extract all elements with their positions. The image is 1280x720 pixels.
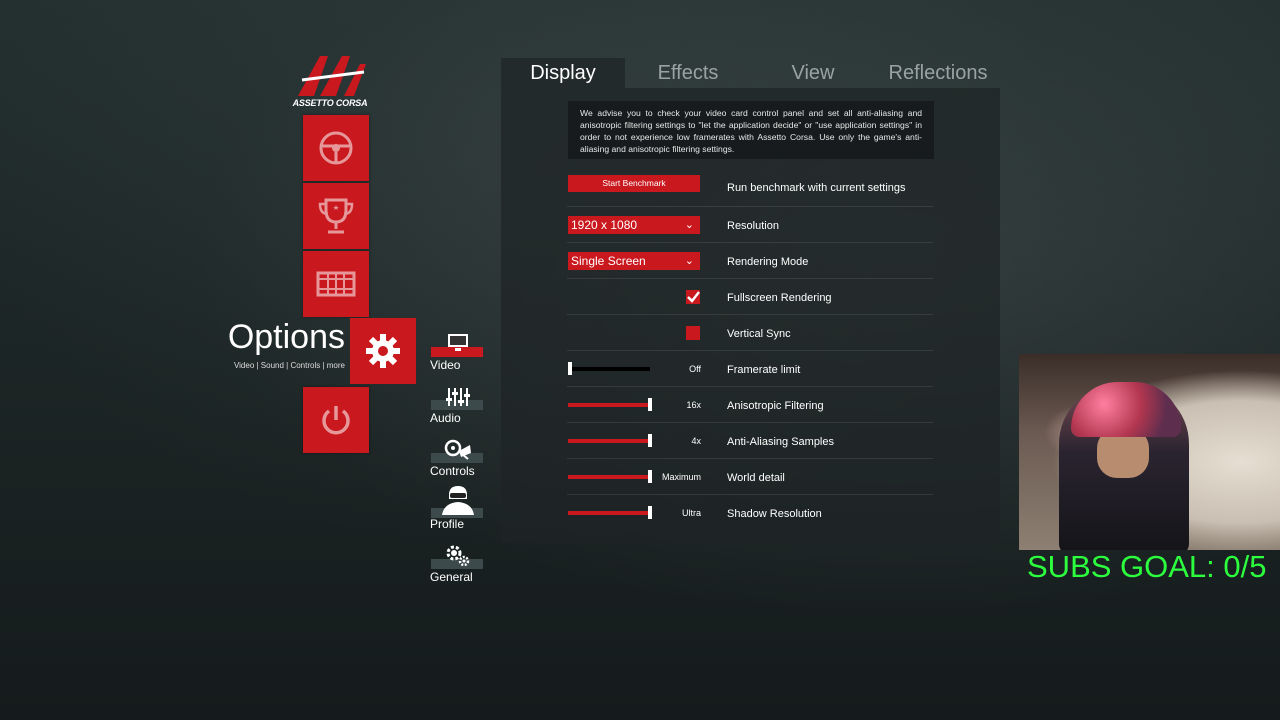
replay-menu-tile[interactable] xyxy=(303,251,369,317)
resolution-dropdown[interactable]: 1920 x 1080 ⌄ xyxy=(568,216,700,234)
world-detail-value: Maximum xyxy=(661,472,701,482)
helmet-icon xyxy=(436,485,480,515)
controls-icon xyxy=(436,439,480,463)
framerate-limit-value: Off xyxy=(689,364,701,374)
shadow-resolution-slider[interactable] xyxy=(568,506,652,519)
submenu-video-label: Video xyxy=(430,358,461,372)
options-gear-icon xyxy=(366,334,400,368)
benchmark-label: Run benchmark with current settings xyxy=(727,182,906,194)
resolution-row: 1920 x 1080 ⌄ Resolution xyxy=(567,207,933,243)
resolution-label: Resolution xyxy=(727,220,779,232)
world-detail-slider[interactable] xyxy=(568,470,652,483)
slider-handle[interactable] xyxy=(648,398,652,411)
anisotropic-row: 16x Anisotropic Filtering xyxy=(567,387,933,423)
fullscreen-checkbox[interactable] xyxy=(686,290,700,304)
options-title: Options xyxy=(227,318,345,356)
assetto-corsa-logo: ASSETTO CORSA xyxy=(290,50,370,112)
slider-fill xyxy=(568,511,650,515)
shadow-resolution-label: Shadow Resolution xyxy=(727,508,822,520)
start-benchmark-button[interactable]: Start Benchmark xyxy=(568,175,700,192)
slider-track xyxy=(568,367,650,371)
submenu-video[interactable]: Video xyxy=(428,333,486,383)
fullscreen-row: Fullscreen Rendering xyxy=(567,279,933,315)
slider-handle[interactable] xyxy=(648,470,652,483)
submenu-controls[interactable]: Controls xyxy=(428,439,486,489)
framerate-limit-label: Framerate limit xyxy=(727,364,801,376)
resolution-value: 1920 x 1080 xyxy=(571,218,638,232)
trophy-icon xyxy=(318,198,354,234)
benchmark-row: Start Benchmark Run benchmark with curre… xyxy=(567,171,933,207)
subs-goal-text: SUBS GOAL: 0/5 xyxy=(1027,549,1267,584)
slider-handle[interactable] xyxy=(648,434,652,447)
anisotropic-slider[interactable] xyxy=(568,398,652,411)
rendering-mode-row: Single Screen ⌄ Rendering Mode xyxy=(567,243,933,279)
streamer-hat xyxy=(1071,382,1181,437)
slider-handle[interactable] xyxy=(568,362,572,375)
options-menu-tile[interactable] xyxy=(350,318,416,384)
anisotropic-value: 16x xyxy=(686,400,701,410)
tab-reflections[interactable]: Reflections xyxy=(876,58,1000,88)
tab-view[interactable]: View xyxy=(751,58,875,88)
tab-display[interactable]: Display xyxy=(501,58,625,88)
submenu-profile-label: Profile xyxy=(430,517,465,531)
drive-menu-tile[interactable] xyxy=(303,115,369,181)
options-subtitle: Video | Sound | Controls | more xyxy=(233,361,345,370)
steering-wheel-icon xyxy=(319,131,353,165)
tab-effects[interactable]: Effects xyxy=(626,58,750,88)
anisotropic-label: Anisotropic Filtering xyxy=(727,400,824,412)
chevron-down-icon: ⌄ xyxy=(684,219,694,231)
submenu-profile[interactable]: Profile xyxy=(428,486,486,546)
power-icon xyxy=(322,406,350,435)
submenu-general-label: General xyxy=(430,570,473,584)
fullscreen-label: Fullscreen Rendering xyxy=(727,292,832,304)
logo-text: ASSETTO CORSA xyxy=(292,98,368,108)
shadow-resolution-value: Ultra xyxy=(681,508,701,518)
slider-fill xyxy=(568,475,650,479)
mixer-icon xyxy=(436,386,480,410)
antialiasing-row: 4x Anti-Aliasing Samples xyxy=(567,423,933,459)
rendering-mode-dropdown[interactable]: Single Screen ⌄ xyxy=(568,252,700,270)
submenu-general[interactable]: General xyxy=(428,545,486,595)
advice-text: We advise you to check your video card c… xyxy=(568,101,934,159)
shadow-resolution-row: Ultra Shadow Resolution xyxy=(567,495,933,530)
chevron-down-icon: ⌄ xyxy=(684,255,694,267)
gears-icon xyxy=(436,545,480,569)
antialiasing-label: Anti-Aliasing Samples xyxy=(727,436,834,448)
submenu-audio[interactable]: Audio xyxy=(428,386,486,436)
rendering-mode-label: Rendering Mode xyxy=(727,256,809,268)
world-detail-row: Maximum World detail xyxy=(567,459,933,495)
antialiasing-value: 4x xyxy=(691,436,701,446)
exit-menu-tile[interactable] xyxy=(303,387,369,453)
antialiasing-slider[interactable] xyxy=(568,434,652,447)
slider-fill xyxy=(568,439,650,443)
rendering-mode-value: Single Screen xyxy=(571,254,646,268)
championship-menu-tile[interactable] xyxy=(303,183,369,249)
monitor-icon xyxy=(436,333,480,357)
logo-mark-icon xyxy=(298,56,366,96)
vsync-checkbox[interactable] xyxy=(686,326,700,340)
replay-film-icon xyxy=(316,271,356,297)
world-detail-label: World detail xyxy=(727,472,785,484)
vsync-label: Vertical Sync xyxy=(727,328,791,340)
framerate-limit-row: Off Framerate limit xyxy=(567,351,933,387)
framerate-limit-slider[interactable] xyxy=(568,362,650,375)
checkmark-icon xyxy=(687,291,700,303)
slider-fill xyxy=(568,403,650,407)
submenu-audio-label: Audio xyxy=(430,411,461,425)
slider-handle[interactable] xyxy=(648,506,652,519)
webcam-overlay xyxy=(1019,354,1280,550)
submenu-controls-label: Controls xyxy=(430,464,475,478)
vsync-row: Vertical Sync xyxy=(567,315,933,351)
